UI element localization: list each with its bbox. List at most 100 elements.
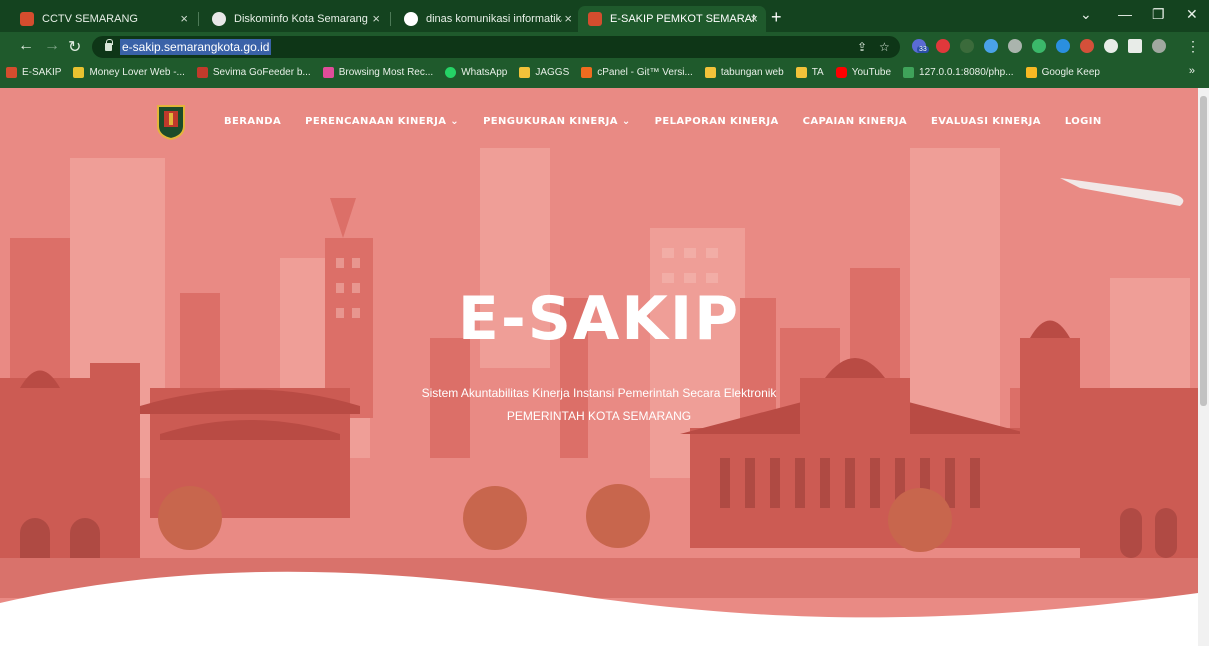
nav-login[interactable]: LOGIN bbox=[1065, 116, 1102, 127]
folder-icon bbox=[795, 66, 807, 78]
bookmark-label: Browsing Most Rec... bbox=[338, 66, 434, 78]
tab-title: Diskominfo Kota Semarang bbox=[234, 13, 368, 25]
nav-evaluasi-kinerja[interactable]: EVALUASI KINERJA bbox=[931, 116, 1041, 127]
back-icon[interactable]: ← bbox=[18, 37, 34, 55]
bookmark-label: 127.0.0.1:8080/php... bbox=[919, 66, 1014, 78]
tab-search-icon[interactable]: ⌄ bbox=[1080, 6, 1092, 23]
bookmark-favicon-icon bbox=[1025, 66, 1037, 78]
bookmark-label: YouTube bbox=[851, 66, 892, 78]
nav-pelaporan-kinerja[interactable]: PELAPORAN KINERJA bbox=[655, 116, 779, 127]
chevron-down-icon: ⌄ bbox=[621, 116, 631, 127]
avatar[interactable] bbox=[1152, 39, 1166, 53]
bookmark-item[interactable]: TA bbox=[795, 66, 824, 78]
bookmarks-bar: E-SAKIP Money Lover Web -... Sevima GoFe… bbox=[0, 62, 1209, 82]
extension-icon[interactable] bbox=[936, 39, 950, 53]
tab-e-sakip[interactable]: E-SAKIP PEMKOT SEMARANG × bbox=[578, 6, 766, 32]
bookmark-label: JAGGS bbox=[535, 66, 570, 78]
nav-label: PENGUKURAN KINERJA bbox=[483, 116, 618, 127]
extension-badge: 33 bbox=[917, 46, 929, 53]
tab-favicon-icon bbox=[20, 12, 34, 26]
address-bar[interactable]: e-sakip.semarangkota.go.id ⇪ ☆ bbox=[92, 36, 900, 58]
nav-label: PERENCANAAN KINERJA bbox=[305, 116, 447, 127]
tab-divider bbox=[390, 12, 391, 26]
youtube-icon bbox=[835, 66, 847, 78]
folder-icon bbox=[519, 66, 531, 78]
bookmark-favicon-icon bbox=[581, 66, 593, 78]
extension-icon[interactable] bbox=[1032, 39, 1046, 53]
forward-icon[interactable]: → bbox=[44, 37, 60, 55]
bookmark-label: cPanel - Git™ Versi... bbox=[597, 66, 693, 78]
extensions-puzzle-icon[interactable] bbox=[1104, 39, 1118, 53]
extension-icon[interactable] bbox=[960, 39, 974, 53]
bookmark-item[interactable]: Browsing Most Rec... bbox=[322, 66, 434, 78]
whatsapp-icon bbox=[445, 66, 457, 78]
tab-title: E-SAKIP PEMKOT SEMARANG bbox=[610, 13, 756, 25]
bookmark-item[interactable]: cPanel - Git™ Versi... bbox=[581, 66, 693, 78]
bookmark-label: TA bbox=[811, 66, 824, 78]
tab-cctv-semarang[interactable]: CCTV SEMARANG × bbox=[10, 6, 196, 32]
browser-toolbar: ← → ↻ e-sakip.semarangkota.go.id ⇪ ☆ 33 … bbox=[0, 32, 1209, 62]
bookmark-item[interactable]: 127.0.0.1:8080/php... bbox=[903, 66, 1014, 78]
bookmark-item[interactable]: YouTube bbox=[835, 66, 892, 78]
city-skyline-illustration bbox=[0, 88, 1198, 646]
nav-perencanaan-kinerja[interactable]: PERENCANAAN KINERJA ⌄ bbox=[305, 116, 459, 127]
extension-icon[interactable] bbox=[1056, 39, 1070, 53]
nav-beranda[interactable]: BERANDA bbox=[224, 116, 281, 127]
browser-chrome: CCTV SEMARANG × Diskominfo Kota Semarang… bbox=[0, 0, 1209, 88]
nav-pengukuran-kinerja[interactable]: PENGUKURAN KINERJA ⌄ bbox=[483, 116, 631, 127]
bookmark-item[interactable]: E-SAKIP bbox=[6, 66, 62, 78]
bookmark-label: Google Keep bbox=[1041, 66, 1100, 78]
hero-title: E-SAKIP bbox=[457, 284, 741, 354]
bookmark-item[interactable]: Google Keep bbox=[1025, 66, 1100, 78]
bookmark-item[interactable]: JAGGS bbox=[519, 66, 570, 78]
tab-title: CCTV SEMARANG bbox=[42, 13, 138, 25]
main-navigation: BERANDA PERENCANAAN KINERJA ⌄ PENGUKURAN… bbox=[224, 116, 1126, 127]
semarang-emblem-logo[interactable] bbox=[156, 104, 186, 140]
extension-icon[interactable] bbox=[1080, 39, 1094, 53]
close-window-icon[interactable]: ✕ bbox=[1186, 6, 1198, 23]
hero-subtitle: Sistem Akuntabilitas Kinerja Instansi Pe… bbox=[421, 386, 777, 400]
bookmark-label: Money Lover Web -... bbox=[89, 66, 185, 78]
tab-diskominfo[interactable]: Diskominfo Kota Semarang × bbox=[202, 6, 388, 32]
bookmark-label: E-SAKIP bbox=[22, 66, 62, 78]
bookmark-label: WhatsApp bbox=[461, 66, 508, 78]
bookmark-label: Sevima GoFeeder b... bbox=[212, 66, 311, 78]
bookmark-star-icon[interactable]: ☆ bbox=[879, 40, 890, 54]
new-tab-button[interactable]: + bbox=[771, 7, 782, 28]
extension-icon[interactable] bbox=[984, 39, 998, 53]
share-icon[interactable]: ⇪ bbox=[857, 40, 867, 54]
side-panel-icon[interactable] bbox=[1128, 39, 1142, 53]
google-icon bbox=[404, 12, 418, 26]
web-page: BERANDA PERENCANAAN KINERJA ⌄ PENGUKURAN… bbox=[0, 88, 1198, 646]
bookmarks-overflow-icon[interactable]: » bbox=[1189, 65, 1195, 77]
close-tab-icon[interactable]: × bbox=[372, 11, 380, 26]
bookmark-item[interactable]: Money Lover Web -... bbox=[73, 66, 185, 78]
maximize-icon[interactable]: ❐ bbox=[1152, 6, 1165, 23]
tab-dinas-komunikasi[interactable]: dinas komunikasi informatika sta × bbox=[394, 6, 580, 32]
bookmark-favicon-icon bbox=[73, 66, 85, 78]
address-url[interactable]: e-sakip.semarangkota.go.id bbox=[120, 39, 272, 55]
minimize-icon[interactable]: — bbox=[1118, 6, 1132, 22]
reload-icon[interactable]: ↻ bbox=[68, 37, 81, 57]
folder-icon bbox=[704, 66, 716, 78]
bookmark-item[interactable]: Sevima GoFeeder b... bbox=[196, 66, 311, 78]
menu-icon[interactable]: ⋮ bbox=[1186, 38, 1200, 55]
bookmark-favicon-icon bbox=[6, 66, 17, 78]
page-scrollbar[interactable] bbox=[1198, 88, 1209, 646]
bookmark-label: tabungan web bbox=[720, 66, 784, 78]
close-tab-icon[interactable]: × bbox=[564, 11, 572, 26]
chevron-down-icon: ⌄ bbox=[450, 116, 460, 127]
bookmark-favicon-icon bbox=[196, 66, 208, 78]
tab-favicon-icon bbox=[588, 12, 602, 26]
close-tab-icon[interactable]: × bbox=[180, 11, 188, 26]
close-tab-icon[interactable]: × bbox=[750, 11, 758, 26]
lock-icon[interactable] bbox=[105, 39, 113, 51]
bookmark-item[interactable]: tabungan web bbox=[704, 66, 784, 78]
scrollbar-thumb[interactable] bbox=[1200, 96, 1207, 406]
bookmark-item[interactable]: WhatsApp bbox=[445, 66, 508, 78]
nav-capaian-kinerja[interactable]: CAPAIAN KINERJA bbox=[803, 116, 907, 127]
hero-organization: PEMERINTAH KOTA SEMARANG bbox=[506, 409, 692, 423]
bookmark-favicon-icon bbox=[322, 66, 334, 78]
extension-icon[interactable] bbox=[1008, 39, 1022, 53]
tab-divider bbox=[198, 12, 199, 26]
